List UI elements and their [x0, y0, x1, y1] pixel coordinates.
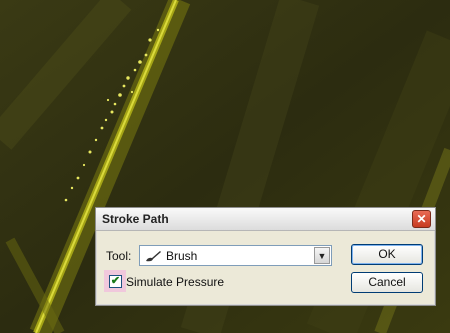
ok-button[interactable]: OK [351, 244, 423, 265]
chevron-down-icon[interactable]: ▼ [314, 247, 330, 264]
cancel-button[interactable]: Cancel [351, 272, 423, 293]
dialog-title: Stroke Path [102, 212, 169, 226]
simulate-pressure-highlight: ✔ [104, 270, 126, 292]
tool-select-value: Brush [166, 249, 198, 263]
simulate-pressure-label[interactable]: Simulate Pressure [126, 275, 224, 289]
brush-icon [144, 249, 162, 268]
tool-select[interactable]: Brush ▼ [139, 245, 332, 266]
close-icon[interactable]: ✕ [412, 210, 431, 228]
dialog-titlebar: Stroke Path ✕ [96, 208, 435, 231]
tool-label: Tool: [106, 249, 132, 263]
simulate-pressure-checkbox[interactable]: ✔ [109, 275, 122, 288]
stroke-path-dialog: Stroke Path ✕ Tool: Brush ▼ ✔ Simulate P… [95, 207, 436, 306]
